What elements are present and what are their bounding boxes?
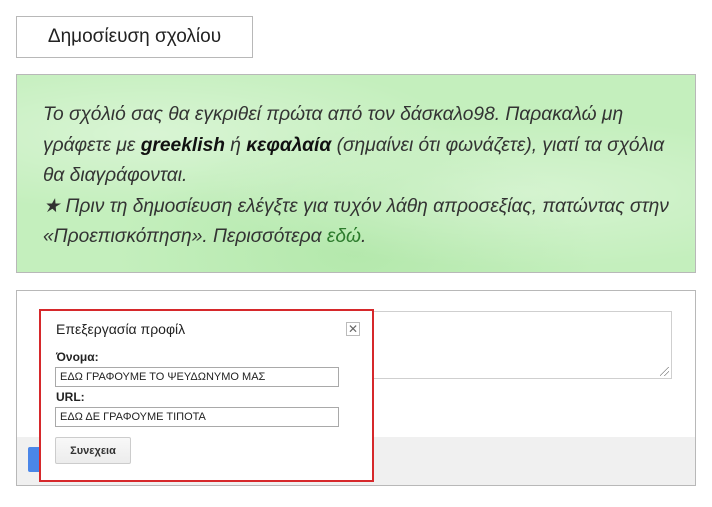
more-info-link[interactable]: εδώ — [327, 226, 361, 247]
url-input[interactable]: ΕΔΩ ΔΕ ΓΡΑΦΟΥΜΕ ΤΙΠΟΤΑ — [55, 407, 339, 427]
name-label: Όνομα: — [56, 350, 99, 364]
star-icon: ★ — [43, 195, 61, 217]
greeklish-term: greeklish — [140, 134, 225, 156]
name-input[interactable]: ΕΔΩ ΓΡΑΦΟΥΜΕ ΤΟ ΨΕΥΔΩΝΥΜΟ ΜΑΣ — [55, 367, 339, 387]
edit-profile-dialog: Επεξεργασία προφίλ ✕ Όνομα: ΕΔΩ ΓΡΑΦΟΥΜΕ… — [39, 309, 374, 482]
capitals-term: κεφαλαία — [246, 134, 332, 156]
resize-grip-icon[interactable] — [660, 367, 669, 376]
dialog-title: Επεξεργασία προφίλ — [56, 321, 186, 337]
continue-button[interactable]: Συνεχεια — [55, 437, 131, 464]
notice-period: . — [360, 226, 367, 247]
notice-or: ή — [224, 134, 247, 156]
url-label: URL: — [56, 390, 85, 404]
close-icon[interactable]: ✕ — [346, 322, 360, 336]
publish-comment-button[interactable]: Δημοσίευση σχολίου — [16, 16, 253, 58]
comment-policy-notice: Το σχόλιό σας θα εγκριθεί πρώτα από τον … — [16, 74, 696, 273]
